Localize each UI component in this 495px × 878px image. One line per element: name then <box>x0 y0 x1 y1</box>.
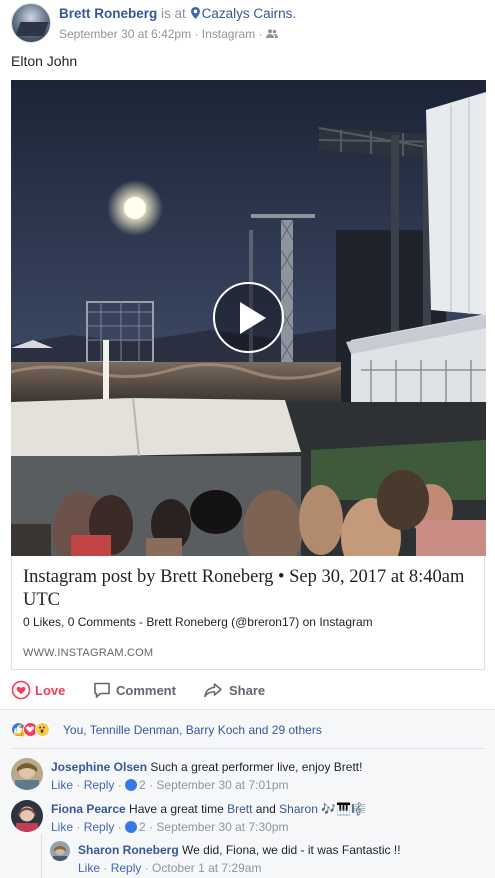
post-title-line: Brett Roneberg is at Cazalys Cairns. <box>59 6 296 21</box>
avatar-image <box>11 758 43 790</box>
comment-time[interactable]: September 30 at 7:01pm <box>156 778 288 792</box>
comment-author[interactable]: Josephine Olsen <box>51 760 147 774</box>
divider <box>11 748 485 749</box>
comment-meta: Like · Reply · 2 · September 30 at 7:30p… <box>51 820 289 834</box>
love-label: Love <box>35 683 66 698</box>
comment-reply-link[interactable]: Reply <box>84 778 115 792</box>
heart-outline-icon <box>11 680 31 700</box>
post-action-bar: Love Comment Share <box>11 676 485 704</box>
comment-like-link[interactable]: Like <box>51 820 73 834</box>
share-label: Share <box>229 683 266 698</box>
post-source[interactable]: Instagram <box>202 27 255 41</box>
comment-label: Comment <box>116 683 176 698</box>
is-at-text: is at <box>161 6 186 21</box>
comment-like-link[interactable]: Like <box>78 861 100 875</box>
commenter-avatar[interactable] <box>11 758 43 790</box>
author-avatar[interactable] <box>11 3 51 43</box>
wow-reaction-icon <box>35 722 50 737</box>
comment-meta: Like · Reply · October 1 at 7:29am <box>78 861 262 875</box>
comment-like-link[interactable]: Like <box>51 778 73 792</box>
author-name[interactable]: Brett Roneberg <box>59 6 157 21</box>
comment-author[interactable]: Fiona Pearce <box>51 802 126 816</box>
comment-time[interactable]: September 30 at 7:30pm <box>156 820 288 834</box>
post-time[interactable]: September 30 at 6:42pm <box>59 27 191 41</box>
avatar-image <box>50 841 70 861</box>
mention-link[interactable]: Brett <box>227 802 252 816</box>
like-count-icon <box>125 779 138 791</box>
commenter-avatar[interactable] <box>11 800 43 832</box>
avatar-image <box>11 800 43 832</box>
comment-text: Such a great performer live, enjoy Brett… <box>150 760 363 774</box>
commenter-avatar[interactable] <box>50 841 70 861</box>
comment-body: Sharon Roneberg We did, Fiona, we did - … <box>78 843 401 857</box>
location-link[interactable]: Cazalys Cairns. <box>202 6 297 21</box>
comment-author[interactable]: Sharon Roneberg <box>78 843 179 857</box>
friends-icon[interactable] <box>265 29 278 38</box>
video-player[interactable] <box>11 80 486 556</box>
post-meta: September 30 at 6:42pm · Instagram · <box>59 27 278 41</box>
play-icon[interactable] <box>213 282 284 353</box>
attachment-description: 0 Likes, 0 Comments - Brett Roneberg (@b… <box>23 615 373 629</box>
map-pin-icon <box>190 7 200 19</box>
music-notes-emoji: 🎶🎹🎼 <box>321 802 367 816</box>
comment-meta: Like · Reply · 2 · September 30 at 7:01p… <box>51 778 289 792</box>
comment-like-count[interactable]: 2 <box>139 820 146 834</box>
reaction-summary-text[interactable]: You, Tennille Denman, Barry Koch and 29 … <box>63 723 322 737</box>
post-status-text: Elton John <box>11 53 78 69</box>
comment-bubble-icon <box>94 682 110 698</box>
comment-text: We did, Fiona, we did - it was Fantastic… <box>182 843 401 857</box>
post-header: Brett Roneberg is at Cazalys Cairns. Sep… <box>11 3 481 43</box>
attachment-title[interactable]: Instagram post by Brett Roneberg • Sep 3… <box>23 566 473 612</box>
attachment-domain: WWW.INSTAGRAM.COM <box>23 647 154 659</box>
post-options-area <box>461 3 481 21</box>
comment-body: Josephine Olsen Such a great performer l… <box>51 760 362 774</box>
instagram-attachment[interactable]: Instagram post by Brett Roneberg • Sep 3… <box>11 80 486 670</box>
like-count-icon <box>125 821 138 833</box>
comment-time[interactable]: October 1 at 7:29am <box>152 861 261 875</box>
comment-body: Fiona Pearce Have a great time Brett and… <box>51 802 366 816</box>
share-arrow-icon <box>204 683 222 698</box>
reply-thread-line <box>41 834 42 878</box>
comment-like-count[interactable]: 2 <box>139 778 146 792</box>
mention-link[interactable]: Sharon <box>279 802 318 816</box>
feedback-section: You, Tennille Denman, Barry Koch and 29 … <box>0 709 495 878</box>
comment-reply-link[interactable]: Reply <box>84 820 115 834</box>
comment-text: Have a great time <box>129 802 224 816</box>
comment-reply-link[interactable]: Reply <box>111 861 142 875</box>
comment-text-and: and <box>255 802 276 816</box>
feed-post: Brett Roneberg is at Cazalys Cairns. Sep… <box>0 0 495 878</box>
